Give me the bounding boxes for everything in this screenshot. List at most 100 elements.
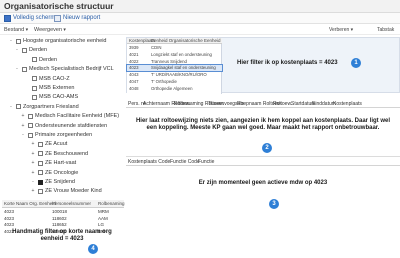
kp-name: T' Orthopedie: [151, 79, 177, 84]
tree-checkbox[interactable]: [16, 104, 21, 110]
annotation-2: Hier laat roltoewijzing niets zien, aang…: [135, 118, 391, 131]
tree-item[interactable]: - Primaire zorgeenheden: [20, 131, 92, 139]
kp-list-item[interactable]: 4048 Orthopedie Algemeen: [127, 86, 222, 92]
tree-checkbox[interactable]: [38, 188, 43, 194]
column-header[interactable]: Kostenplaats Code: [128, 158, 170, 166]
right-menu-row: Verberen Tabstak: [325, 26, 400, 35]
tree-item[interactable]: MSB Externen: [24, 84, 74, 92]
kp-code: 4022: [129, 58, 139, 64]
kp-name: Longziekt staf en ondersteuning: [151, 51, 212, 57]
expand-icon[interactable]: +: [20, 113, 26, 119]
col-personeelsnummer: Personeelsnummer: [52, 201, 92, 206]
tree-checkbox[interactable]: [38, 170, 43, 176]
tree-checkbox[interactable]: [38, 179, 43, 185]
full-screen-button[interactable]: Volledig scherm: [4, 14, 55, 23]
kp-list-item[interactable]: 4023 Snijdaagkel staf en ondersteuning: [126, 64, 223, 73]
expand-icon[interactable]: +: [30, 170, 36, 176]
tree-item[interactable]: + ZE Acuut: [30, 140, 68, 148]
tree-item[interactable]: - Derden: [14, 46, 47, 54]
tree-item-label: ZE Vrouw Moeder Kind: [45, 188, 102, 195]
table-row[interactable]: 4023 118602 AAM: [2, 216, 124, 222]
function-columns: Kostenplaats Code Functie Code Functie: [126, 158, 400, 166]
tree-checkbox[interactable]: [32, 94, 37, 100]
table-cell: 118602: [52, 215, 67, 221]
kostenplaats-list: Kostenplaats Eenheid Organisatorische Ee…: [126, 38, 223, 94]
tree-checkbox[interactable]: [28, 123, 33, 129]
tree-item[interactable]: MSB CAO-AMS: [24, 93, 78, 101]
tree-checkbox[interactable]: [16, 38, 21, 44]
annotation-number-3: 3: [269, 199, 279, 209]
full-screen-label: Volledig scherm: [13, 15, 56, 21]
tree-item[interactable]: + ZE Oncologie: [30, 169, 79, 177]
table-cell: LG: [98, 222, 105, 227]
tree-checkbox[interactable]: [32, 76, 37, 82]
table-cell: 118652: [52, 222, 67, 227]
roltoewijzing-columns: Pers. nr. Achternaam Roltoew. Rolbenaming …: [126, 100, 400, 108]
kp-list-item[interactable]: 4043 T' URD/RAAB/KNO/RU/ORO: [127, 72, 222, 78]
section-divider: [126, 156, 400, 157]
kp-name: CDIN: [151, 45, 162, 50]
column-header[interactable]: Functie Code: [170, 158, 200, 166]
tree-checkbox[interactable]: [22, 47, 27, 53]
tree-item-label: MSB CAO-Z: [39, 75, 70, 82]
column-header[interactable]: Roltoew.: [273, 100, 292, 108]
kp-list-item[interactable]: 4021 Longziekt staf en ondersteuning: [127, 52, 222, 58]
kp-code: 4047: [129, 79, 139, 84]
tree-item[interactable]: - Hoogste organisatorische eenheid: [8, 37, 106, 45]
collapse-icon[interactable]: -: [30, 179, 36, 185]
tree-checkbox[interactable]: [32, 85, 37, 91]
expand-icon[interactable]: +: [30, 160, 36, 166]
menu-bestand[interactable]: Bestand: [4, 26, 28, 35]
tree-checkbox[interactable]: [38, 160, 43, 166]
kp-list-item[interactable]: 3939 CDIN: [127, 45, 222, 51]
tree-item-label: ZE Beschouwend: [45, 150, 89, 157]
collapse-icon[interactable]: -: [14, 66, 20, 72]
expand-icon[interactable]: +: [30, 151, 36, 157]
leaf-spacer: [24, 85, 30, 91]
tree-checkbox[interactable]: [38, 141, 43, 147]
tree-item[interactable]: Derden: [24, 56, 57, 64]
tree-item[interactable]: + Medisch Facilitaire Eenheid (MFE): [20, 112, 120, 120]
collapse-icon[interactable]: -: [8, 38, 14, 44]
tree-item[interactable]: MSB CAO-Z: [24, 75, 70, 83]
kp-list-item[interactable]: 4022 Tranneus Snijdend: [127, 59, 222, 65]
tree-item-label: Primaire zorgeenheden: [35, 132, 93, 138]
collapse-icon[interactable]: -: [8, 104, 14, 110]
tree-item[interactable]: + Ondersteunende stafdiensten: [20, 122, 108, 130]
tree-item-label: Medisch Specialistisch Bedrijf VCL: [29, 66, 114, 73]
tree-item-label: ZE Oncologie: [45, 169, 79, 176]
menu-weergeven[interactable]: Weergeven: [34, 26, 66, 35]
tree-item[interactable]: + ZE Vrouw Moeder Kind: [30, 187, 102, 195]
tree-item[interactable]: - ZE Snijdend: [30, 178, 75, 186]
title-bar: Organisatorische structuur: [0, 0, 400, 13]
kp-list-item[interactable]: 4047 T' Orthopedie: [127, 79, 222, 85]
table-row[interactable]: 4023 100018 MRM: [2, 209, 124, 215]
column-header[interactable]: Kostenplaats: [333, 100, 362, 108]
leaf-spacer: [24, 94, 30, 100]
tree-item[interactable]: - Zorgpartners Friesland: [8, 103, 78, 111]
tree-checkbox[interactable]: [32, 57, 37, 63]
expand-icon[interactable]: +: [20, 123, 26, 129]
tree-item[interactable]: + ZE Hart-vaat: [30, 159, 77, 167]
collapse-icon[interactable]: -: [14, 47, 20, 53]
tree-item-label: Ondersteunende stafdiensten: [35, 122, 108, 129]
table-cell: 4023: [4, 215, 15, 221]
tree-checkbox[interactable]: [22, 66, 27, 72]
col-korte-naam: Korte Naam Org. Eenheid: [4, 201, 56, 206]
leaf-spacer: [24, 57, 30, 63]
tree-checkbox[interactable]: [28, 113, 33, 119]
expand-icon[interactable]: +: [30, 141, 36, 147]
kp-code: 4023: [129, 65, 139, 71]
tree-checkbox[interactable]: [28, 132, 33, 138]
menu-tabstack[interactable]: Tabstak: [377, 26, 394, 35]
column-header[interactable]: Functie: [198, 158, 214, 166]
tree-item[interactable]: + ZE Beschouwend: [30, 150, 89, 158]
expand-icon[interactable]: +: [30, 188, 36, 194]
annotation-number-2: 2: [262, 143, 272, 153]
tree-item[interactable]: - Medisch Specialistisch Bedrijf VCL: [14, 65, 114, 73]
new-report-button[interactable]: Nieuw rapport: [54, 14, 100, 23]
collapse-icon[interactable]: -: [20, 132, 26, 138]
table-row[interactable]: 4023 118652 LG: [2, 222, 124, 228]
tree-checkbox[interactable]: [38, 151, 43, 157]
menu-verberen[interactable]: Verberen: [329, 26, 353, 35]
